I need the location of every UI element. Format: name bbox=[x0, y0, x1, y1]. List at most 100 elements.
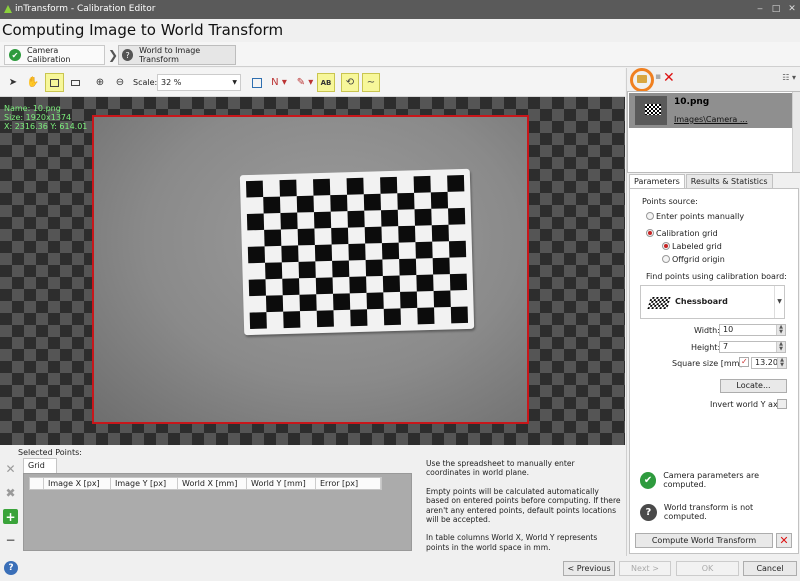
add-point-icon[interactable]: + bbox=[3, 509, 18, 524]
chessboard-square bbox=[333, 293, 351, 311]
world-status-text: World transform is not computed. bbox=[663, 503, 754, 521]
image-list[interactable]: 10.png Images\Camera ... bbox=[627, 91, 800, 173]
chessboard-square bbox=[448, 207, 466, 225]
chessboard-square bbox=[382, 275, 401, 293]
calibration-image[interactable] bbox=[92, 115, 529, 424]
draw-tool-icon[interactable]: ✎ ▾ bbox=[294, 73, 316, 92]
curve-tool-icon[interactable]: ∼ bbox=[362, 73, 380, 92]
frame-tool[interactable] bbox=[66, 73, 84, 92]
locate-button[interactable]: Locate... bbox=[720, 379, 787, 393]
line-tool-icon[interactable]: Ν ▾ bbox=[268, 73, 290, 92]
step-world-to-image[interactable]: ? World to Image Transform bbox=[118, 45, 236, 65]
calibration-board-select[interactable]: Chessboard ▼ bbox=[640, 285, 785, 319]
chessboard-square bbox=[432, 257, 450, 275]
previous-button[interactable]: < Previous bbox=[563, 561, 615, 576]
next-button[interactable]: Next > bbox=[619, 561, 671, 576]
points-table[interactable]: Image X [px] Image Y [px] World X [mm] W… bbox=[23, 473, 412, 551]
radio-calibration-grid[interactable]: Calibration grid bbox=[646, 228, 718, 238]
radio-enter-manually[interactable]: Enter points manually bbox=[646, 211, 744, 221]
cancel-compute-icon[interactable]: ✕ bbox=[776, 533, 792, 548]
row-header-corner bbox=[30, 478, 44, 489]
question-circle-icon: ? bbox=[640, 503, 657, 521]
spreadsheet-help-text: Use the spreadsheet to manually enter co… bbox=[426, 459, 621, 561]
frame-icon bbox=[70, 79, 80, 86]
invert-y-checkbox[interactable] bbox=[777, 399, 787, 409]
radio-icon bbox=[662, 254, 670, 263]
square-size-checkbox[interactable]: ✓ bbox=[739, 357, 749, 367]
invert-y-label: Invert world Y axis bbox=[710, 400, 785, 409]
minimize-button[interactable]: ‒ bbox=[752, 0, 768, 19]
tab-parameters[interactable]: Parameters bbox=[629, 174, 685, 189]
chessboard-square bbox=[430, 191, 449, 209]
remove-image-icon[interactable]: ✕ bbox=[663, 70, 675, 86]
image-item-path[interactable]: Images\Camera ... bbox=[674, 115, 747, 124]
selected-points-label: Selected Points: bbox=[18, 448, 82, 457]
image-list-toolbar: ▪ ✕ ☷ ▾ bbox=[627, 68, 800, 92]
remove-point-icon[interactable]: − bbox=[3, 532, 18, 547]
rect-select-tool[interactable] bbox=[45, 73, 64, 92]
chessboard-square bbox=[414, 208, 432, 226]
ab-label-toggle[interactable]: AB bbox=[317, 73, 335, 92]
image-list-scrollbar[interactable] bbox=[792, 92, 800, 172]
spinner-icon[interactable]: ▲ ▼ bbox=[776, 325, 785, 335]
image-list-item[interactable]: 10.png Images\Camera ... bbox=[629, 93, 792, 128]
chessboard-square bbox=[264, 229, 282, 247]
chessboard-square bbox=[296, 195, 314, 213]
grid-tab[interactable]: Grid 1.1 bbox=[23, 458, 57, 484]
height-label: Height: bbox=[691, 343, 721, 352]
chessboard-square bbox=[365, 259, 383, 277]
close-window-button[interactable]: ✕ bbox=[784, 0, 800, 19]
ok-button[interactable]: OK bbox=[676, 561, 739, 576]
compute-world-transform-button[interactable]: Compute World Transform bbox=[635, 533, 773, 548]
chessboard-square bbox=[348, 243, 366, 261]
radio-labeled-grid[interactable]: Labeled grid bbox=[662, 241, 722, 251]
chessboard-square bbox=[363, 193, 381, 211]
rectangle-icon bbox=[50, 78, 59, 87]
column-header: Error [px] bbox=[316, 478, 381, 489]
radio-offgrid-origin[interactable]: Offgrid origin bbox=[662, 254, 725, 264]
list-view-icon[interactable]: ☷ ▾ bbox=[782, 73, 796, 82]
fit-view-icon[interactable] bbox=[249, 73, 265, 92]
pan-hand-icon[interactable]: ✋ bbox=[25, 73, 41, 92]
height-field[interactable]: 7 ▲ ▼ bbox=[719, 341, 786, 353]
image-info-overlay: Name: 10.png Size: 1920x1374 X: 2316.36 … bbox=[4, 104, 87, 131]
scroll-down-icon[interactable]: ▼ bbox=[774, 286, 784, 318]
chessboard-square bbox=[246, 213, 265, 231]
delete-all-points-icon[interactable]: ✖ bbox=[3, 485, 18, 500]
scale-select[interactable]: 32 % ▼ bbox=[157, 74, 241, 91]
help-paragraph: Use the spreadsheet to manually enter co… bbox=[426, 459, 575, 478]
square-size-field[interactable]: 13.20 ▲ ▼ bbox=[751, 357, 787, 369]
tab-results-statistics[interactable]: Results & Statistics bbox=[685, 174, 773, 189]
spinner-icon[interactable]: ▲ ▼ bbox=[776, 342, 785, 352]
image-viewer[interactable]: Name: 10.png Size: 1920x1374 X: 2316.36 … bbox=[0, 97, 625, 445]
chessboard-square bbox=[315, 277, 334, 295]
pointer-tool-icon[interactable]: ➤ bbox=[6, 73, 20, 92]
chessboard-square bbox=[263, 196, 281, 214]
chessboard-square bbox=[349, 276, 367, 294]
open-folder-icon[interactable] bbox=[637, 75, 647, 83]
window-titlebar: inTransform - Calibration Editor ‒ □ ✕ bbox=[0, 0, 800, 19]
delete-point-icon[interactable]: ✕ bbox=[3, 461, 18, 476]
zoom-out-icon[interactable]: ⊖ bbox=[112, 73, 128, 92]
chessboard-square bbox=[265, 295, 284, 313]
step-camera-calibration[interactable]: ✔ Camera Calibration bbox=[4, 45, 105, 65]
square-size-value: 13.20 bbox=[755, 358, 778, 367]
chessboard-square bbox=[346, 177, 364, 195]
viewer-toolbar: ➤ ✋ ⊕ ⊖ Scale: 32 % ▼ Ν ▾ ✎ ▾ AB ⟲ ∼ bbox=[0, 68, 625, 97]
width-field[interactable]: 10 ▲ ▼ bbox=[719, 324, 786, 336]
scale-label: Scale: bbox=[133, 78, 158, 87]
zoom-in-icon[interactable]: ⊕ bbox=[92, 73, 108, 92]
spinner-icon[interactable]: ▲ ▼ bbox=[777, 358, 786, 368]
column-header: World X [mm] bbox=[178, 478, 247, 489]
help-icon[interactable]: ? bbox=[4, 561, 18, 575]
cancel-button[interactable]: Cancel bbox=[743, 561, 797, 576]
chessboard-square bbox=[380, 209, 399, 227]
chessboard-square bbox=[247, 246, 266, 264]
chessboard-square bbox=[245, 180, 264, 198]
chessboard-square bbox=[413, 175, 431, 193]
image-thumbnail bbox=[635, 96, 667, 125]
polyline-tool-icon[interactable]: ⟲ bbox=[341, 73, 359, 92]
chessboard-square bbox=[366, 292, 384, 310]
maximize-button[interactable]: □ bbox=[768, 0, 784, 19]
radio-label: Offgrid origin bbox=[672, 255, 725, 264]
